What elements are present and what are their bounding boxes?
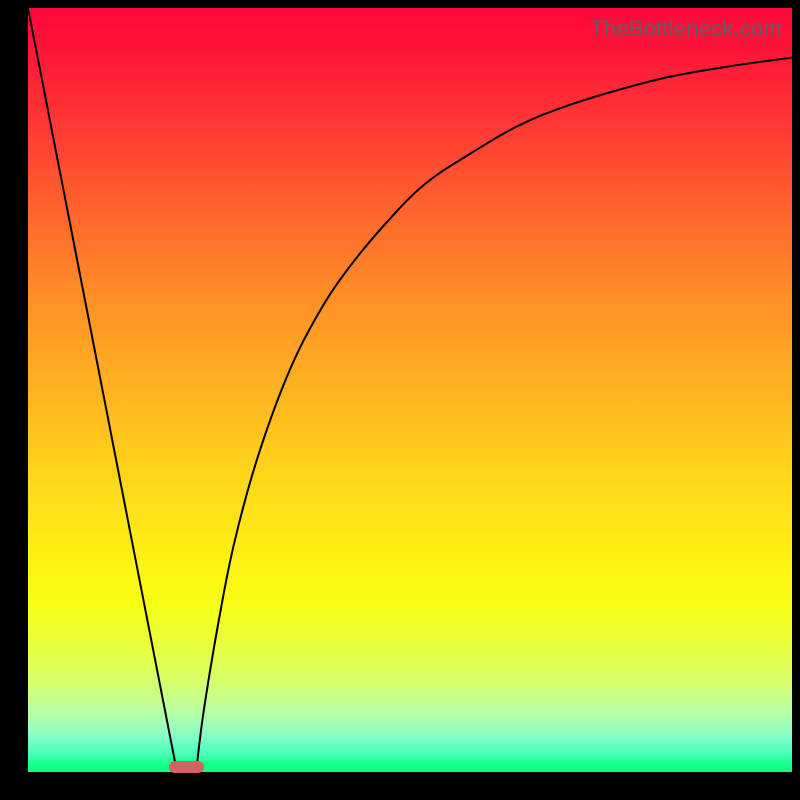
watermark-text: TheBottleneck.com — [590, 16, 782, 42]
right-branch-path — [196, 58, 792, 772]
chart-frame: TheBottleneck.com — [0, 0, 800, 800]
optimal-range-marker — [169, 761, 203, 773]
plot-area: TheBottleneck.com — [28, 8, 792, 772]
curve-layer — [28, 8, 792, 772]
left-branch-path — [28, 8, 177, 772]
